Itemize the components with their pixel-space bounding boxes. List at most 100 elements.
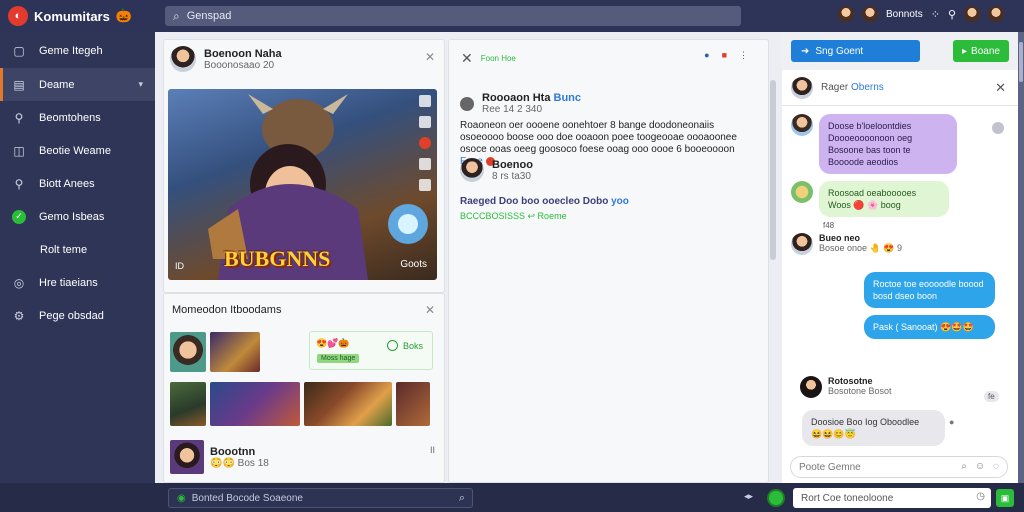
avatar[interactable]	[791, 114, 813, 136]
message-text[interactable]: Bosotone Bosot	[828, 386, 892, 396]
game-hero-image[interactable]: ID BUBGNNS Goots	[168, 89, 437, 280]
page-scrollbar[interactable]	[1018, 32, 1024, 483]
comment-sub[interactable]: BCCCBOSISSS ↩ Roeme	[460, 211, 567, 222]
online-status-icon[interactable]	[767, 489, 785, 507]
sidebar-item-community[interactable]: ◎ Hre tiaeians	[0, 266, 155, 299]
message-sender[interactable]: Bueo neo	[819, 233, 902, 243]
arrows-icon[interactable]: ◂▸	[744, 491, 753, 502]
clock-icon[interactable]: ◷	[976, 491, 985, 502]
send-button[interactable]: ▣	[996, 489, 1014, 507]
message-bubble-sent[interactable]: Pask ( Sanooat) 😍🤩🤩	[864, 315, 995, 339]
sidebar-item-label: Biott Anees	[39, 177, 95, 190]
message-bubble-sent[interactable]: Roctoe toe eoooodle boood bosd dseo boon	[864, 272, 995, 308]
contact-link[interactable]: Oberns	[851, 82, 884, 93]
chat-input-box[interactable]: ⌕ ☺ ◌	[790, 456, 1008, 478]
more-icon[interactable]: ⋮	[739, 50, 748, 61]
rec-item-more[interactable]: II	[430, 445, 435, 455]
reaction-icon[interactable]	[992, 122, 1004, 134]
chat-input[interactable]	[799, 461, 949, 473]
avatar[interactable]	[838, 6, 855, 22]
sidebar-item-library[interactable]: ◫ Beotie Weame	[0, 134, 155, 167]
post-card: Boenoon Naha Booonosaao 20 ✕ ID BUBGNNS …	[163, 39, 445, 293]
message-sender[interactable]: Rotosotne	[828, 376, 892, 386]
sidebar-item-games[interactable]: ▤ Deame ▾	[0, 68, 155, 101]
avatar[interactable]	[988, 6, 1004, 22]
action-button[interactable]: Boks	[387, 340, 423, 351]
search-icon[interactable]: ⌕	[961, 461, 967, 472]
avatar[interactable]	[791, 181, 813, 203]
game-thumbnail[interactable]	[170, 382, 206, 426]
game-thumbnail[interactable]	[170, 440, 204, 474]
game-thumbnail[interactable]	[304, 382, 392, 426]
avatar[interactable]	[170, 46, 196, 72]
search-icon[interactable]: ⌕	[459, 492, 465, 505]
avatar[interactable]	[964, 6, 980, 22]
game-thumbnail[interactable]	[210, 382, 300, 426]
message-bubble[interactable]: Roosoad oeabooooes Woos 🔴 🌸 boog	[819, 181, 949, 217]
detail-title-text: Roooaon Hta	[482, 92, 554, 104]
scrollbar-thumb[interactable]	[1019, 42, 1023, 82]
search-input[interactable]	[186, 10, 687, 22]
sidebar-item-status[interactable]: ✓ Gemo Isbeas	[0, 200, 155, 233]
emoji-icon[interactable]: ☺	[975, 461, 985, 472]
post-header: Boenoon Naha Booonosaao 20	[170, 46, 282, 72]
check-circle-icon: ✓	[12, 209, 26, 224]
avatar[interactable]	[460, 96, 474, 111]
message-bubble[interactable]: Doosioe Boo Iog Oboodlee 😆😆😊😇	[802, 410, 945, 446]
rec-item[interactable]: Boootnn 😳😳 Bos 18	[170, 440, 269, 474]
attach-icon[interactable]: ◌	[993, 461, 999, 472]
primary-chat-button[interactable]: ➜ Sng Goent	[791, 40, 920, 62]
sidebar-item-settings[interactable]: ⚙ Pege obsdad	[0, 299, 155, 332]
chat-contact[interactable]: Rager Oberns	[821, 82, 884, 93]
game-thumbnail[interactable]	[396, 382, 430, 426]
close-icon[interactable]: ✕	[995, 80, 1006, 96]
game-thumbnail[interactable]	[170, 332, 206, 372]
avatar[interactable]	[460, 158, 484, 182]
message-input[interactable]	[801, 492, 961, 504]
location-pin-icon[interactable]: ⚲	[948, 8, 956, 21]
commenter-name[interactable]: Boenoo	[492, 159, 533, 171]
detail-title-link[interactable]: Bunc	[554, 92, 582, 104]
message-text[interactable]: Bosoe onoe 🤚 😍 9	[819, 243, 902, 254]
hero-control[interactable]	[419, 116, 431, 128]
sidebar-item-home[interactable]: ▢ Geme Itegeh	[0, 34, 155, 67]
avatar[interactable]	[800, 376, 822, 398]
hero-control[interactable]	[419, 179, 431, 191]
tools-icon[interactable]: ✕	[461, 50, 473, 67]
detail-scrollbar[interactable]	[770, 80, 776, 260]
hero-control[interactable]	[419, 95, 431, 107]
bell-icon[interactable]: ●	[704, 50, 709, 61]
detail-title[interactable]: Roooaon Hta Bunc	[482, 92, 581, 104]
secondary-button-label: Boane	[971, 45, 1000, 57]
comment-link[interactable]: yoo	[611, 196, 629, 207]
reaction-icon[interactable]: ●	[949, 417, 954, 427]
sidebar-subitem[interactable]: Rolt teme	[0, 233, 155, 266]
top-username[interactable]: Bonnots	[886, 9, 923, 20]
game-thumbnail[interactable]	[210, 332, 260, 372]
bottom-search[interactable]: ◉ ⌕	[168, 488, 473, 508]
global-search[interactable]: ⌕	[165, 6, 741, 26]
secondary-chat-button[interactable]: ▸ Boane	[953, 40, 1009, 62]
chevron-down-icon[interactable]: ▾	[138, 79, 143, 90]
close-icon[interactable]: ✕	[425, 50, 435, 64]
close-icon[interactable]: ✕	[425, 303, 435, 317]
grid-icon[interactable]: ⁘	[931, 8, 940, 21]
message-compose[interactable]: ◷	[793, 488, 991, 508]
hero-control[interactable]	[419, 158, 431, 170]
avatar[interactable]	[862, 6, 879, 22]
hero-control[interactable]	[419, 137, 431, 149]
flag-icon[interactable]: ■	[722, 50, 727, 61]
tool-tag[interactable]: Foon Hoe	[481, 54, 516, 63]
chat-message: Roosoad oeabooooes Woos 🔴 🌸 boog	[791, 181, 949, 217]
bottom-search-input[interactable]	[191, 492, 442, 504]
hero-badge: ID	[175, 261, 184, 271]
avatar[interactable]	[791, 76, 813, 99]
message-bubble[interactable]: Doose b'loeloontdies Doooeoooonoon oeg B…	[819, 114, 957, 174]
avatar[interactable]	[791, 233, 813, 255]
post-author[interactable]: Boenoon Naha	[204, 48, 282, 60]
post-body-text: Roaoneon oer oooene oonehtoer 8 bange do…	[460, 120, 737, 155]
message-timestamp: fe	[984, 391, 999, 402]
sidebar-item-browse[interactable]: ⚲ Beomtohens	[0, 101, 155, 134]
sidebar-item-discover[interactable]: ⚲ Biott Anees	[0, 167, 155, 200]
app-logo[interactable]: ◐ Komumitars 🎃	[0, 6, 155, 26]
